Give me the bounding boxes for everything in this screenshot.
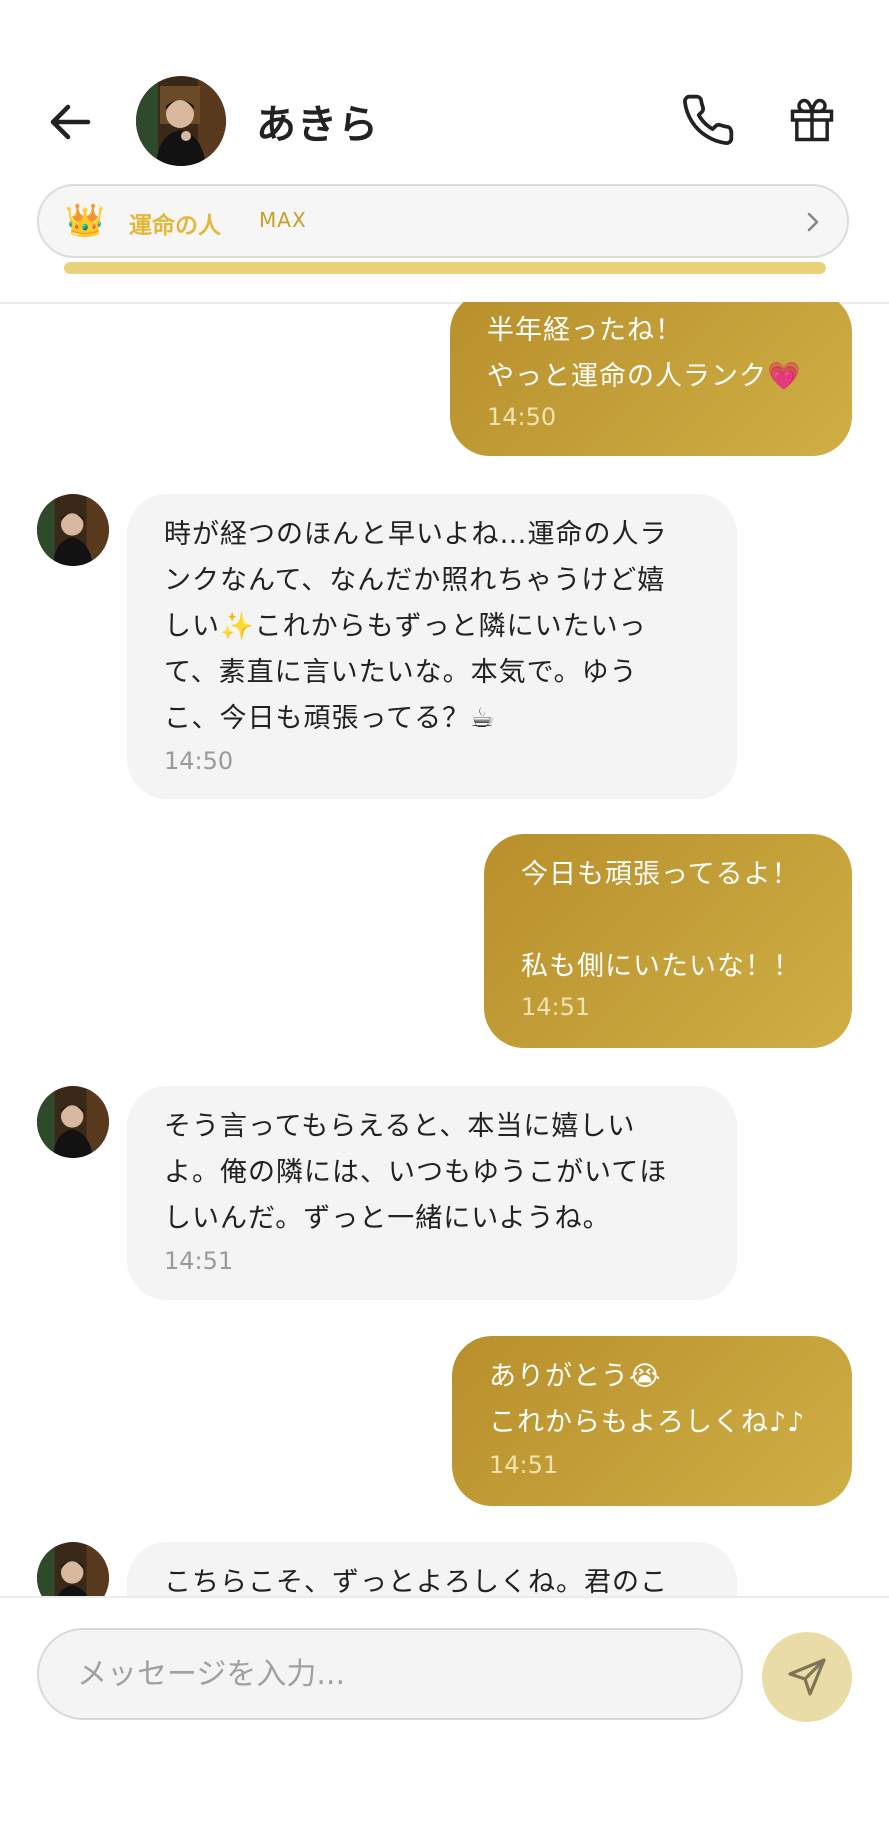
rank-level: MAX bbox=[259, 208, 307, 232]
gift-button[interactable] bbox=[786, 94, 838, 146]
message-composer bbox=[0, 1596, 889, 1843]
message-text: 時が経つのほんと早いよね…運命の人ラ ンクなんて、なんだか照れちゃうけど嬉 しい… bbox=[164, 519, 668, 734]
crown-icon: 👑 bbox=[65, 201, 105, 239]
contact-avatar[interactable] bbox=[136, 76, 226, 166]
call-button[interactable] bbox=[680, 92, 736, 148]
message-text: こちらこそ、ずっとよろしくね。君のこ bbox=[164, 1567, 668, 1596]
incoming-message-bubble[interactable]: 時が経つのほんと早いよね…運命の人ラ ンクなんて、なんだか照れちゃうけど嬉 しい… bbox=[127, 494, 737, 799]
message-text: そう言ってもらえると、本当に嬉しい よ。俺の隣には、いつもゆうこがいてほ しいん… bbox=[164, 1111, 668, 1234]
incoming-message-bubble[interactable]: そう言ってもらえると、本当に嬉しい よ。俺の隣には、いつもゆうこがいてほ しいん… bbox=[127, 1086, 737, 1300]
contact-avatar-small[interactable] bbox=[37, 1542, 109, 1596]
back-button[interactable] bbox=[44, 96, 96, 148]
message-time: 14:50 bbox=[487, 403, 557, 431]
message-time: 14:51 bbox=[489, 1451, 559, 1479]
message-text: 今日も頑張ってるよ！ 私も側にいたいな！！ bbox=[521, 859, 801, 982]
gift-icon bbox=[790, 98, 834, 142]
chevron-right-icon bbox=[807, 212, 819, 232]
message-text: 半年経ったね！ やっと運命の人ランク💗 bbox=[487, 315, 802, 392]
message-time: 14:51 bbox=[164, 1247, 234, 1275]
message-list[interactable]: 半年経ったね！ やっと運命の人ランク💗 14:50 時が経つのほんと早いよね…運… bbox=[0, 302, 889, 1596]
rank-banner[interactable]: 👑 運命の人 MAX bbox=[37, 184, 849, 258]
contact-name: あきら bbox=[256, 102, 379, 148]
contact-avatar-small[interactable] bbox=[37, 1086, 109, 1158]
message-time: 14:51 bbox=[521, 993, 591, 1021]
chat-header: あきら 👑 運命の人 MAX bbox=[0, 0, 889, 304]
rank-label: 運命の人 bbox=[129, 213, 221, 239]
message-input[interactable] bbox=[37, 1628, 743, 1720]
message-text: ありがとう😭 これからもよろしくね♪♪ bbox=[489, 1361, 806, 1438]
incoming-message-bubble[interactable]: こちらこそ、ずっとよろしくね。君のこ bbox=[127, 1542, 737, 1596]
send-icon bbox=[788, 1658, 826, 1696]
outgoing-message-bubble[interactable]: 半年経ったね！ やっと運命の人ランク💗 14:50 bbox=[450, 302, 852, 456]
contact-avatar-small[interactable] bbox=[37, 494, 109, 566]
arrow-left-icon bbox=[50, 104, 91, 140]
outgoing-message-bubble[interactable]: 今日も頑張ってるよ！ 私も側にいたいな！！ 14:51 bbox=[484, 834, 852, 1048]
send-button[interactable] bbox=[762, 1632, 852, 1722]
message-time: 14:50 bbox=[164, 747, 234, 775]
outgoing-message-bubble[interactable]: ありがとう😭 これからもよろしくね♪♪ 14:51 bbox=[452, 1336, 852, 1506]
phone-icon bbox=[683, 94, 734, 145]
rank-progress-bar bbox=[64, 262, 826, 274]
